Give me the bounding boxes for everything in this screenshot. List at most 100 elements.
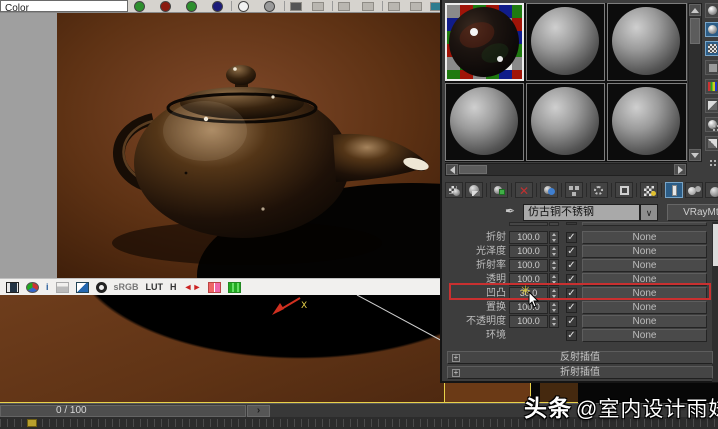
rgb-channels-icon[interactable] xyxy=(26,281,39,293)
amount-field[interactable]: 100.0 xyxy=(509,245,548,258)
sample-window-side-toolbar xyxy=(704,3,718,235)
gray-material-sphere xyxy=(531,7,599,75)
background-icon[interactable] xyxy=(704,41,718,56)
gray-material-sphere xyxy=(612,87,680,155)
expand-icon[interactable]: + xyxy=(452,369,460,377)
show-map-in-viewport-icon[interactable] xyxy=(615,182,633,198)
scroll-up-icon[interactable] xyxy=(689,4,701,16)
show-end-result-icon[interactable] xyxy=(640,182,658,198)
slots-vertical-scrollbar[interactable] xyxy=(688,3,702,162)
material-type-button[interactable]: VRayMtl xyxy=(667,204,718,221)
map-button[interactable]: None xyxy=(582,259,707,272)
region-icon[interactable] xyxy=(228,281,242,293)
assign-to-selection-icon[interactable] xyxy=(490,182,508,198)
material-id-channel-icon[interactable] xyxy=(590,182,608,198)
select-by-material-icon[interactable] xyxy=(704,117,718,132)
material-map-navigator-icon[interactable] xyxy=(704,136,718,151)
stamp-icon[interactable] xyxy=(208,281,222,293)
scroll-right-icon[interactable] xyxy=(674,164,686,175)
time-slider-grip[interactable]: 0 / 100 xyxy=(0,405,246,417)
enable-checkbox[interactable]: ✓ xyxy=(566,246,577,257)
material-name-field[interactable]: 仿古铜不锈钢 xyxy=(523,204,640,221)
go-forward-sibling-icon[interactable] xyxy=(685,182,703,198)
zoom-tool-icon[interactable] xyxy=(388,2,400,11)
enable-checkbox[interactable]: ✓ xyxy=(566,232,577,243)
bump-row-highlight-annotation xyxy=(449,283,711,300)
clone-window-icon[interactable] xyxy=(338,2,350,11)
material-slot-2[interactable] xyxy=(526,3,605,81)
map-button[interactable]: None xyxy=(582,301,707,314)
map-button[interactable]: None xyxy=(582,245,707,258)
amount-field[interactable]: 100.0 xyxy=(509,315,548,328)
amount-spinner[interactable] xyxy=(549,231,559,244)
red-channel-icon[interactable] xyxy=(160,1,171,12)
material-slot-3[interactable] xyxy=(607,3,687,81)
pick-material-icon[interactable] xyxy=(705,155,718,170)
pick-from-object-icon[interactable] xyxy=(705,182,718,198)
put-to-library-icon[interactable] xyxy=(565,182,583,198)
amount-spinner[interactable] xyxy=(549,315,559,328)
filmstrip-icon[interactable] xyxy=(6,281,19,293)
green-channel-icon-2[interactable] xyxy=(186,1,197,12)
material-name-dropdown-icon[interactable]: ∨ xyxy=(640,204,658,221)
next-frame-button[interactable]: › xyxy=(247,405,270,417)
params-scroll-thumb[interactable] xyxy=(713,224,718,266)
map-button[interactable]: None xyxy=(582,231,707,244)
h-icon[interactable]: H xyxy=(170,282,177,293)
mono-channel-icon[interactable] xyxy=(238,1,249,12)
amount-field[interactable]: 100.0 xyxy=(509,259,548,272)
print-icon[interactable] xyxy=(290,2,302,11)
lut-icon[interactable]: LUT xyxy=(146,282,164,293)
eyedropper-icon[interactable]: ✒ xyxy=(505,204,521,219)
histogram-icon[interactable] xyxy=(55,281,69,293)
green-channel-icon[interactable] xyxy=(134,1,145,12)
backlight-icon[interactable] xyxy=(704,22,718,37)
amount-spinner[interactable] xyxy=(549,301,559,314)
get-material-icon[interactable] xyxy=(445,182,463,198)
video-color-check-icon[interactable] xyxy=(704,79,718,94)
material-slot-5[interactable] xyxy=(526,83,605,161)
enable-checkbox[interactable]: ✓ xyxy=(566,302,577,313)
enable-checkbox[interactable]: ✓ xyxy=(566,316,577,327)
blue-channel-icon[interactable] xyxy=(212,1,223,12)
alpha-channel-icon[interactable] xyxy=(264,1,275,12)
material-slot-1-selected[interactable] xyxy=(445,3,524,81)
enable-checkbox[interactable]: ✓ xyxy=(566,330,577,341)
rollout-refract-interpolation[interactable]: + 折射插值 xyxy=(447,366,713,379)
options-icon[interactable] xyxy=(704,98,718,113)
reset-map-icon[interactable]: ✕ xyxy=(515,182,533,198)
x-axis-gizmo-arrowhead xyxy=(272,303,284,315)
amount-spinner[interactable] xyxy=(549,259,559,272)
channel-dropdown[interactable]: Color xyxy=(0,0,128,12)
hscroll-thumb[interactable] xyxy=(459,165,487,174)
expand-icon[interactable]: + xyxy=(452,354,460,362)
info-icon[interactable]: i xyxy=(46,282,49,293)
scroll-down-icon[interactable] xyxy=(689,149,701,161)
put-to-scene-icon[interactable] xyxy=(465,182,483,198)
x-axis-label: X xyxy=(301,301,307,311)
slots-horizontal-scrollbar[interactable] xyxy=(445,163,687,176)
amount-field[interactable]: 100.0 xyxy=(509,231,548,244)
make-unique-icon[interactable] xyxy=(540,182,558,198)
map-button[interactable]: None xyxy=(582,329,707,342)
material-slot-4[interactable] xyxy=(445,83,524,161)
scroll-left-icon[interactable] xyxy=(446,164,458,175)
map-button[interactable]: None xyxy=(582,315,707,328)
pan-tool-icon[interactable] xyxy=(410,2,422,11)
vscroll-thumb[interactable] xyxy=(690,18,700,44)
color-correction-icon[interactable] xyxy=(75,281,89,293)
rollout-reflect-interpolation[interactable]: + 反射插值 xyxy=(447,351,713,364)
compare-icon[interactable]: ◄► xyxy=(184,282,202,293)
aperture-icon[interactable] xyxy=(95,281,107,293)
clear-image-icon[interactable] xyxy=(362,2,374,11)
save-image-icon[interactable] xyxy=(312,2,324,11)
material-slot-6[interactable] xyxy=(607,83,687,161)
sample-type-icon[interactable] xyxy=(704,3,718,18)
sample-uv-tiling-icon[interactable] xyxy=(704,60,718,75)
track-bar-key-handle[interactable] xyxy=(27,419,37,427)
srgb-icon[interactable]: sRGB xyxy=(114,282,139,293)
gray-material-sphere xyxy=(531,87,599,155)
enable-checkbox[interactable]: ✓ xyxy=(566,260,577,271)
go-to-parent-icon[interactable] xyxy=(665,182,683,198)
amount-spinner[interactable] xyxy=(549,245,559,258)
